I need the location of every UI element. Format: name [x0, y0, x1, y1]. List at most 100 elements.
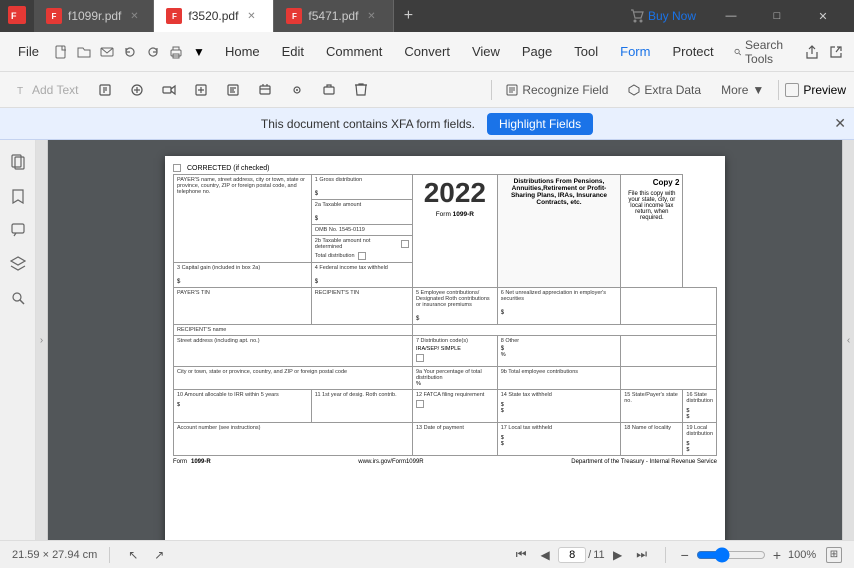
last-page-button[interactable]: ⏭	[631, 544, 653, 566]
tab-close-3[interactable]: ✕	[364, 9, 378, 23]
zoom-in-button[interactable]: +	[770, 547, 784, 563]
menu-edit[interactable]: Edit	[272, 40, 314, 63]
left-collapse-handle[interactable]: ›	[36, 140, 48, 540]
preview-checkbox[interactable]	[785, 83, 799, 97]
close-button[interactable]: ✕	[800, 0, 846, 32]
zoom-slider[interactable]	[696, 547, 766, 563]
toolbar-icon-6[interactable]	[250, 80, 280, 100]
extra-data-button[interactable]: Extra Data	[620, 80, 709, 100]
tab-f1099r[interactable]: F f1099r.pdf ✕	[34, 0, 154, 32]
sidebar-comment-icon[interactable]	[4, 216, 32, 244]
state-dist-label: 16 State distribution	[686, 392, 713, 404]
print-icon[interactable]	[166, 42, 186, 62]
dropdown-icon[interactable]: ▼	[189, 42, 209, 62]
pct-total-label: 9a Your percentage of total distribution	[416, 369, 494, 381]
taxable-not-det-checkbox[interactable]	[401, 240, 409, 248]
empty-cell-4	[621, 367, 717, 390]
highlight-fields-button[interactable]: Highlight Fields	[487, 113, 593, 135]
tab-close-2[interactable]: ✕	[244, 9, 258, 23]
status-divider-2	[665, 547, 666, 563]
toolbar-icon-5[interactable]	[218, 80, 248, 100]
add-tab-button[interactable]: +	[394, 2, 422, 30]
menu-comment[interactable]: Comment	[316, 40, 392, 63]
local-dist-dollar2: $	[686, 447, 713, 453]
sidebar-search-icon[interactable]	[4, 284, 32, 312]
local-tax-dollar2: $	[501, 441, 617, 447]
toolbar-icon-8[interactable]	[314, 80, 344, 100]
pdf-icon-tab3: F	[286, 8, 302, 24]
recognize-field-button[interactable]: Recognize Field	[498, 80, 616, 100]
omb-cell: OMB No. 1545-0119	[311, 225, 412, 236]
state-payer-cell: 15 State/Payer's state no.	[621, 390, 683, 423]
open-icon[interactable]	[74, 42, 94, 62]
toolbar-icon-4[interactable]	[186, 80, 216, 100]
corrected-checkbox[interactable]	[173, 164, 181, 172]
add-text-button[interactable]: T Add Text	[8, 80, 86, 100]
menu-view[interactable]: View	[462, 40, 510, 63]
empty-cell-2	[412, 325, 716, 336]
state-tax-dollar2: $	[501, 408, 617, 414]
prev-page-button[interactable]: ◀	[534, 544, 556, 566]
payer-name-label: PAYER'S name, street address, city or to…	[177, 177, 308, 195]
more-button[interactable]: More ▼	[713, 80, 772, 100]
new-icon[interactable]	[51, 42, 71, 62]
external-icon[interactable]	[826, 42, 846, 62]
toolbar-icon-7[interactable]	[282, 80, 312, 100]
pdf-viewer[interactable]: CORRECTED (if checked) PAYER'S name, str…	[48, 140, 842, 540]
account-label: Account number (see instructions)	[177, 425, 409, 431]
recipient-tin-label: RECIPIENT'S TIN	[315, 290, 409, 296]
share-icon[interactable]	[802, 42, 822, 62]
copy-label: Copy 2	[624, 178, 679, 187]
name-locality-cell: 18 Name of locality	[621, 423, 683, 456]
unrealized-cell: 6 Net unrealized appreciation in employe…	[497, 288, 620, 325]
local-tax-label: 17 Local tax withheld	[501, 425, 617, 431]
hand-tool-button[interactable]: ↗	[148, 544, 170, 566]
toolbar-icon-2[interactable]	[122, 80, 152, 100]
tab-close-1[interactable]: ✕	[127, 9, 141, 23]
zoom-out-button[interactable]: −	[678, 547, 692, 563]
next-page-button[interactable]: ▶	[607, 544, 629, 566]
search-tools[interactable]: Search Tools	[726, 34, 796, 70]
total-dist-checkbox[interactable]	[358, 252, 366, 260]
menu-file[interactable]: File	[8, 40, 49, 63]
undo-icon[interactable]	[120, 42, 140, 62]
first-page-button[interactable]: ⏮	[510, 544, 532, 566]
notification-bar: This document contains XFA form fields. …	[0, 108, 854, 140]
omb-label: OMB No. 1545-0119	[315, 227, 409, 233]
ira-sep-checkbox[interactable]	[416, 354, 424, 362]
empty-cell-3	[621, 336, 717, 367]
sidebar-bookmark-icon[interactable]	[4, 182, 32, 210]
settings-icon[interactable]	[850, 42, 854, 62]
footer-form-name: Form 1099-R	[173, 459, 211, 465]
toolbar-icon-3[interactable]	[154, 80, 184, 100]
irr-label: 10 Amount allocable to IRR within 5 year…	[177, 392, 308, 398]
tab-f3520[interactable]: F f3520.pdf ✕	[154, 0, 274, 32]
maximize-button[interactable]: □	[754, 0, 800, 32]
menu-tool[interactable]: Tool	[564, 40, 608, 63]
fatca-checkbox[interactable]	[416, 400, 424, 408]
email-icon[interactable]	[97, 42, 117, 62]
unrealized-label: 6 Net unrealized appreciation in employe…	[501, 290, 617, 302]
buy-now-link[interactable]: Buy Now	[648, 9, 696, 23]
redo-icon[interactable]	[143, 42, 163, 62]
taxable-not-det-label: 2b Taxable amount not determined	[315, 238, 398, 250]
menu-page[interactable]: Page	[512, 40, 562, 63]
menu-home-item[interactable]: Home	[215, 40, 270, 63]
fit-page-button[interactable]: ⊞	[826, 547, 842, 563]
sidebar-pages-icon[interactable]	[4, 148, 32, 176]
menu-protect[interactable]: Protect	[662, 40, 723, 63]
add-text-label: Add Text	[32, 83, 78, 97]
current-page-input[interactable]	[558, 547, 586, 563]
toolbar-icon-1[interactable]	[90, 80, 120, 100]
tab-f5471[interactable]: F f5471.pdf ✕	[274, 0, 394, 32]
federal-tax-cell: 4 Federal income tax withheld $	[311, 263, 412, 288]
menu-form[interactable]: Form	[610, 40, 660, 63]
right-collapse-handle[interactable]: ‹	[842, 140, 854, 540]
select-tool-button[interactable]: ↖	[122, 544, 144, 566]
app-icon: F	[8, 6, 26, 27]
toolbar-icon-9[interactable]	[346, 80, 376, 100]
notification-close-button[interactable]: ✕	[834, 115, 846, 132]
minimize-button[interactable]: —	[708, 0, 754, 32]
menu-convert[interactable]: Convert	[394, 40, 460, 63]
sidebar-layers-icon[interactable]	[4, 250, 32, 278]
